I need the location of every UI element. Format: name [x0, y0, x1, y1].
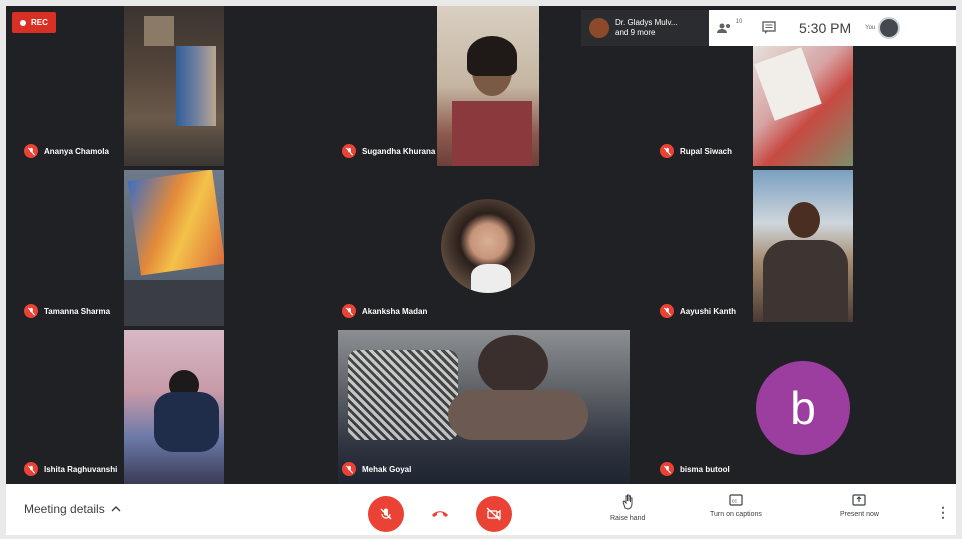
- present-now-label: Present now: [840, 511, 879, 518]
- participant-tile[interactable]: b bisma butool: [642, 326, 956, 484]
- raise-hand-button[interactable]: Raise hand: [610, 494, 645, 522]
- clock: 5:30 PM: [799, 20, 852, 36]
- participant-name-label: Mehak Goyal: [342, 462, 411, 476]
- participant-initial-avatar: b: [756, 361, 850, 455]
- chevron-up-icon: [111, 506, 121, 512]
- microphone-toggle-button[interactable]: [368, 496, 404, 532]
- record-dot-icon: [20, 19, 26, 26]
- participant-count: 10: [735, 19, 743, 25]
- participant-name-label: bisma butool: [660, 462, 730, 476]
- participant-name: Mehak Goyal: [362, 464, 412, 474]
- chat-button[interactable]: [749, 21, 789, 35]
- participant-video: [124, 170, 224, 326]
- chat-icon: [762, 21, 776, 34]
- participant-video: [753, 170, 853, 322]
- participant-video: [338, 330, 630, 484]
- more-options-icon[interactable]: ⋮: [936, 504, 950, 521]
- speaker-chip[interactable]: Dr. Gladys Mulv... and 9 more: [581, 10, 709, 46]
- hand-icon: [622, 494, 633, 510]
- participant-name: Akanksha Madan: [362, 306, 428, 316]
- participant-name-label: Ananya Chamola: [24, 144, 109, 158]
- participant-tile[interactable]: Aayushi Kanth: [642, 166, 956, 326]
- speaker-chip-text: Dr. Gladys Mulv... and 9 more: [615, 18, 678, 38]
- mic-muted-icon: [24, 144, 38, 158]
- hang-up-icon: [432, 511, 448, 517]
- present-now-button[interactable]: Present now: [840, 494, 879, 518]
- avatar: [878, 17, 901, 39]
- mic-muted-icon: [24, 462, 38, 476]
- mic-muted-icon: [342, 462, 356, 476]
- mic-muted-icon: [342, 144, 356, 158]
- recording-label: REC: [31, 18, 48, 27]
- participant-tile[interactable]: Tamanna Sharma: [6, 166, 324, 326]
- video-grid: Ananya Chamola Sugandha Khurana Rupal Si…: [6, 6, 956, 484]
- participant-name-label: Ishita Raghuvanshi: [24, 462, 117, 476]
- participant-name-label: Akanksha Madan: [342, 304, 427, 318]
- speaker-more: and 9 more: [615, 28, 656, 37]
- participant-name-label: Sugandha Khurana: [342, 144, 435, 158]
- top-controls: 10 5:30 PM You: [709, 10, 956, 46]
- recording-badge: REC: [12, 12, 56, 33]
- mic-muted-icon: [24, 304, 38, 318]
- participant-name: Sugandha Khurana: [362, 146, 436, 156]
- captions-label: Turn on captions: [710, 511, 762, 518]
- participants-button[interactable]: 10: [709, 19, 749, 35]
- participant-name-label: Aayushi Kanth: [660, 304, 736, 318]
- mic-muted-icon: [660, 144, 674, 158]
- participant-tile[interactable]: Ishita Raghuvanshi: [6, 326, 324, 484]
- you-label: You: [865, 25, 876, 31]
- self-view[interactable]: You: [865, 17, 901, 39]
- mic-off-icon: [380, 508, 392, 520]
- mic-muted-icon: [660, 304, 674, 318]
- mic-muted-icon: [342, 304, 356, 318]
- present-icon: [852, 494, 867, 506]
- participant-tile[interactable]: Mehak Goyal: [324, 326, 642, 484]
- speaker-name: Dr. Gladys Mulv...: [615, 18, 678, 27]
- people-icon: [716, 23, 730, 33]
- participant-tile[interactable]: Akanksha Madan: [324, 166, 642, 326]
- participant-name: Tamanna Sharma: [44, 306, 111, 316]
- meet-window: Ananya Chamola Sugandha Khurana Rupal Si…: [6, 6, 956, 535]
- participant-video: [124, 330, 224, 484]
- leave-call-button[interactable]: [422, 496, 458, 532]
- captions-button[interactable]: cc Turn on captions: [710, 494, 762, 518]
- participant-name-label: Rupal Siwach: [660, 144, 732, 158]
- svg-text:cc: cc: [732, 499, 738, 505]
- participant-name: Aayushi Kanth: [680, 306, 737, 316]
- raise-hand-label: Raise hand: [610, 515, 646, 522]
- avatar: [589, 18, 609, 38]
- bottom-bar: Meeting details Raise hand cc Turn on ca…: [6, 484, 956, 535]
- participant-name: Ishita Raghuvanshi: [44, 464, 118, 474]
- participant-name: Ananya Chamola: [44, 146, 109, 156]
- camera-off-icon: [486, 507, 501, 521]
- participant-video: [753, 44, 853, 166]
- mic-muted-icon: [660, 462, 674, 476]
- participant-avatar: [441, 199, 535, 293]
- captions-icon: cc: [729, 494, 743, 506]
- meeting-details-label: Meeting details: [24, 502, 105, 516]
- participant-name-label: Tamanna Sharma: [24, 304, 110, 318]
- top-bar: Dr. Gladys Mulv... and 9 more 10 5:30 PM…: [581, 10, 956, 46]
- camera-toggle-button[interactable]: [476, 496, 512, 532]
- participant-video: [124, 6, 224, 166]
- participant-video: [437, 6, 539, 166]
- participant-name: Rupal Siwach: [680, 146, 733, 156]
- participant-name: bisma butool: [680, 464, 730, 474]
- meeting-details-button[interactable]: Meeting details: [24, 502, 121, 516]
